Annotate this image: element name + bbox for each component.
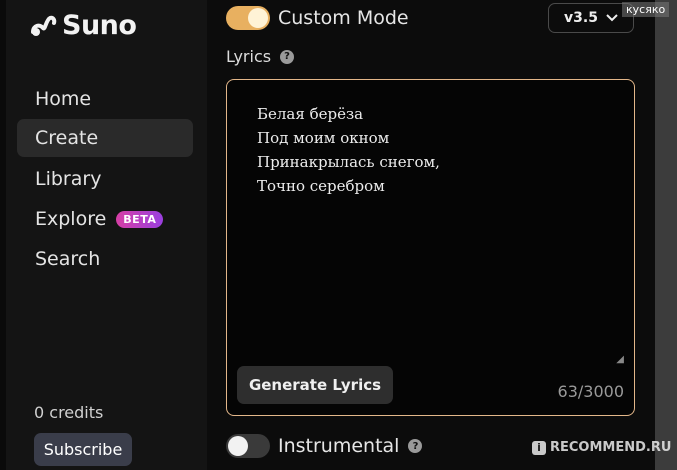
help-icon[interactable]: ? xyxy=(280,49,295,64)
instrumental-toggle[interactable] xyxy=(226,434,270,458)
toggle-knob xyxy=(248,8,268,28)
suno-logo[interactable]: Suno xyxy=(30,10,137,41)
nav-create[interactable]: Create xyxy=(17,119,193,157)
window-edge xyxy=(0,0,6,470)
watermark-bottom: i RECOMMEND.RU xyxy=(532,440,671,455)
watermark-bottom-text: RECOMMEND.RU xyxy=(550,440,672,455)
logo-text: Suno xyxy=(62,10,137,41)
nav-search-label: Search xyxy=(35,248,101,270)
nav-library[interactable]: Library xyxy=(17,160,193,198)
custom-mode-label: Custom Mode xyxy=(278,7,409,29)
credits-count: 0 credits xyxy=(34,403,104,422)
watermark-logo-icon: i xyxy=(532,440,546,455)
resize-grip-icon[interactable]: ◢ xyxy=(616,354,624,365)
subscribe-button[interactable]: Subscribe xyxy=(34,433,132,466)
lyrics-content[interactable]: Белая берёза Под моим окном Принакрылась… xyxy=(257,102,440,198)
sidebar: Suno Home Create Library Explore BETA Se… xyxy=(0,0,207,470)
nav-home-label: Home xyxy=(35,88,92,110)
scrollbar[interactable] xyxy=(655,0,677,470)
lyrics-textarea[interactable]: Белая берёза Под моим окном Принакрылась… xyxy=(226,79,635,416)
lyrics-label-text: Lyrics xyxy=(226,47,272,66)
version-value: v3.5 xyxy=(564,10,598,26)
help-icon[interactable]: ? xyxy=(408,439,423,453)
nav-explore[interactable]: Explore BETA xyxy=(17,200,193,238)
nav-search[interactable]: Search xyxy=(17,240,193,278)
instrumental-label: Instrumental ? xyxy=(278,435,423,457)
nav-create-label: Create xyxy=(35,127,99,149)
nav-explore-label: Explore xyxy=(35,208,107,230)
instrumental-label-text: Instrumental xyxy=(278,435,400,457)
chevron-down-icon xyxy=(606,14,618,22)
generate-lyrics-button[interactable]: Generate Lyrics xyxy=(237,366,393,404)
beta-badge: BETA xyxy=(116,210,164,228)
char-count: 63/3000 xyxy=(557,382,624,401)
watermark-top: кусяко xyxy=(622,2,670,17)
nav-library-label: Library xyxy=(35,168,102,190)
custom-mode-toggle[interactable] xyxy=(226,6,270,30)
nav-home[interactable]: Home xyxy=(17,80,193,118)
toggle-knob xyxy=(228,436,248,456)
lyrics-label: Lyrics ? xyxy=(226,47,295,66)
suno-logo-icon xyxy=(31,15,57,36)
